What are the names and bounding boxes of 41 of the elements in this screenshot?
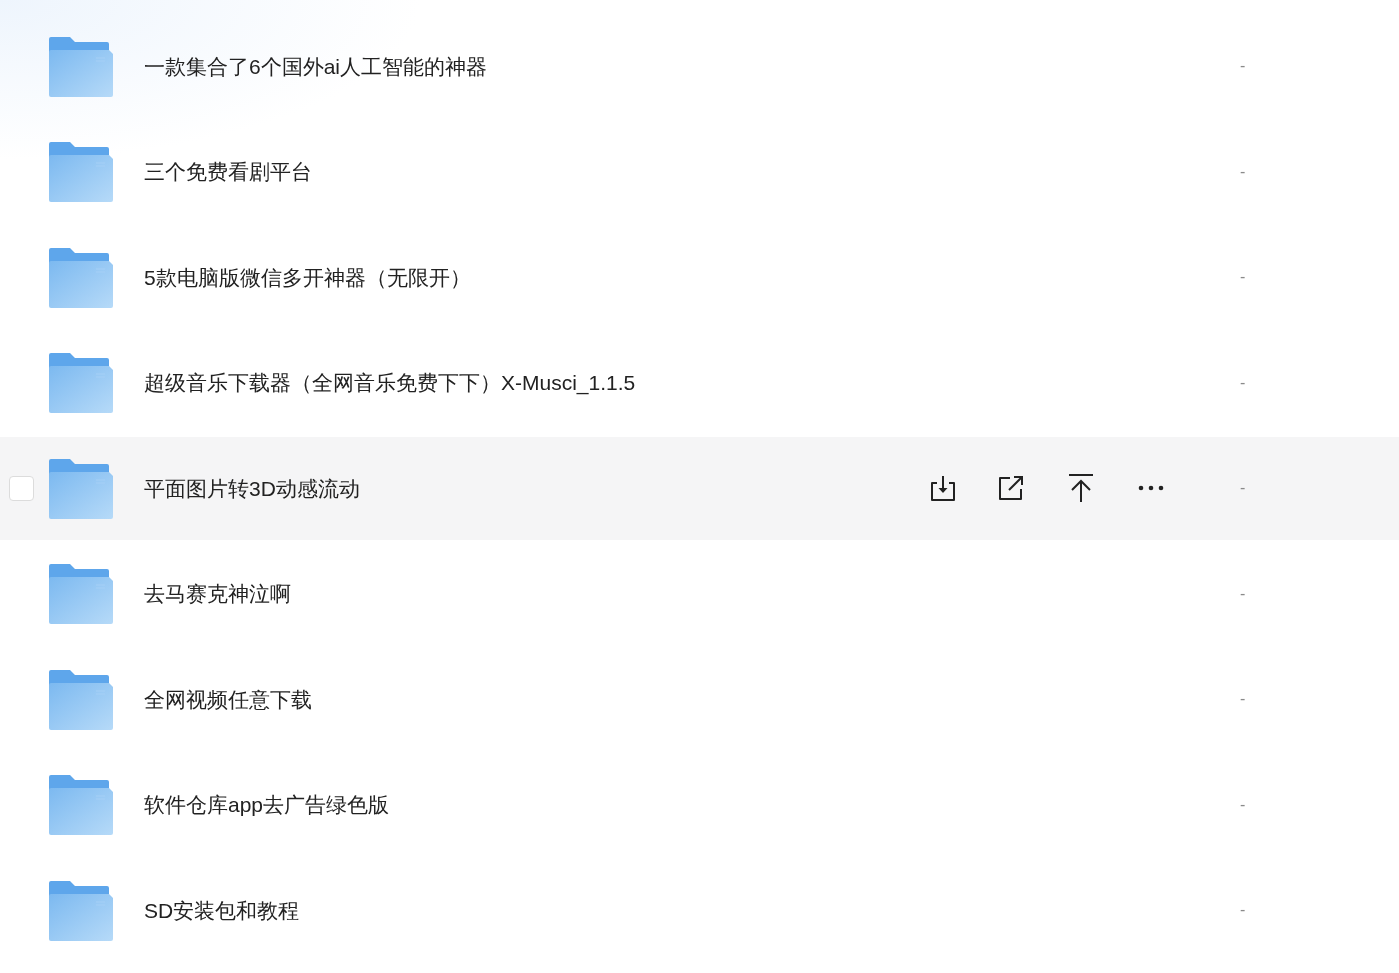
folder-icon [49,247,113,308]
folder-icon [49,36,113,97]
folder-icon [49,669,113,730]
file-row[interactable]: SD安装包和教程 - [0,859,1399,962]
file-row[interactable]: 平面图片转3D动感流动 - [0,437,1399,540]
folder-name[interactable]: 一款集合了6个国外ai人工智能的神器 [144,52,488,80]
folder-name[interactable]: SD安装包和教程 [144,896,300,924]
size-text: - [1240,57,1246,75]
download-icon[interactable] [928,474,958,503]
folder-name[interactable]: 全网视频任意下载 [144,685,312,713]
folder-icon [49,880,113,941]
folder-icon [49,142,113,203]
folder-icon [49,458,113,519]
folder-icon [49,775,113,836]
size-text: - [1240,373,1246,391]
folder-icon [49,564,113,625]
folder-name[interactable]: 软件仓库app去广告绿色版 [144,791,390,819]
folder-icon [49,353,113,414]
file-row[interactable]: 超级音乐下载器（全网音乐免费下下）X-Musci_1.1.5 - [0,331,1399,434]
size-text: - [1240,162,1246,180]
share-icon[interactable] [998,475,1024,502]
pin-to-top-icon[interactable] [1068,473,1094,504]
file-row[interactable]: 三个免费看剧平台 - [0,120,1399,223]
size-text: - [1240,584,1246,602]
size-text: - [1240,901,1246,919]
folder-name[interactable]: 三个免费看剧平台 [144,158,312,186]
folder-name[interactable]: 超级音乐下载器（全网音乐免费下下）X-Musci_1.1.5 [144,369,636,397]
folder-name[interactable]: 平面图片转3D动感流动 [144,474,360,502]
file-row[interactable]: 全网视频任意下载 - [0,648,1399,751]
file-row[interactable]: 去马赛克神泣啊 - [0,542,1399,645]
more-icon[interactable] [1138,485,1164,492]
folder-name[interactable]: 去马赛克神泣啊 [144,580,291,608]
file-row[interactable]: 5款电脑版微信多开神器（无限开） - [0,226,1399,329]
file-row[interactable]: 软件仓库app去广告绿色版 - [0,753,1399,856]
size-text: - [1240,268,1246,286]
folder-name[interactable]: 5款电脑版微信多开神器（无限开） [144,263,471,291]
checkbox[interactable] [9,475,34,501]
size-text: - [1240,795,1246,813]
size-text: - [1240,690,1246,708]
file-row[interactable]: 一款集合了6个国外ai人工智能的神器 - [0,15,1399,118]
size-text: - [1240,479,1246,497]
